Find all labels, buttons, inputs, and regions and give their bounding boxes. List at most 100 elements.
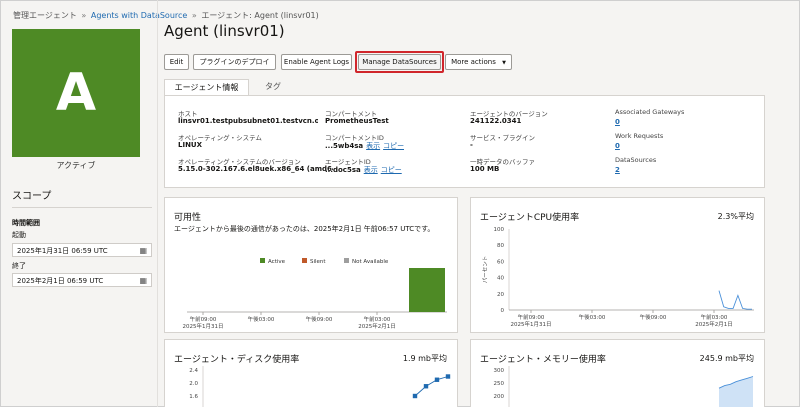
more-actions-label: More actions [451,58,496,66]
deploy-plugin-button[interactable]: プラグインのデプロイ [193,54,276,70]
end-label: 終了 [12,262,26,270]
work-requests-value[interactable]: 0 [615,142,620,150]
y-tick-label: 0 [501,308,505,314]
y-tick-label: 20 [497,292,504,298]
x-tick-label: 午後03:00 [579,313,606,321]
agent-version-value: 241122.0341 [470,117,522,125]
copy-link[interactable]: コピー [383,142,404,150]
os-version-value: 5.15.0-302.167.6.el8uek.x86_64 (amd64) [178,165,333,173]
breadcrumb-separator: » [81,11,87,20]
disk-data-point [434,377,440,382]
x-tick-label: 午後09:00 [640,313,667,321]
time-range-label: 時間範囲 [12,219,40,227]
memory-chart: 300 250 200 [494,366,754,407]
host-value: linsvr01.testpubsubnet01.testvcn.oraclev… [178,117,318,125]
legend-label: Not Available [352,259,389,265]
x-tick-label: 午前09:00 [190,315,217,323]
y-tick-label: 2.4 [189,368,198,374]
breadcrumb-root[interactable]: 管理エージェント [13,11,77,20]
agent-info-panel: ホスト linsvr01.testpubsubnet01.testvcn.ora… [164,95,765,188]
work-requests-label: Work Requests [615,132,664,140]
breadcrumb-parent[interactable]: Agents with DataSource [91,11,187,20]
y-tick-label: 200 [494,394,505,400]
gateways-label: Associated Gateways [615,108,685,116]
service-plugin-label: サービス・プラグイン [470,134,535,142]
legend-swatch [260,258,265,263]
show-link[interactable]: 表示 [364,166,378,174]
memory-card: エージェント・メモリー使用率 245.9 mb平均 300 250 200 [470,339,765,407]
y-tick-label: 2.0 [189,381,198,387]
legend-swatch [344,258,349,263]
x-tick-date-label: 2025年1月31日 [511,320,552,328]
x-tick-date-label: 2025年1月31日 [183,322,224,330]
disk-card: エージェント・ディスク使用率 1.9 mb平均 2.4 2.0 1.6 [164,339,458,407]
breadcrumb-current: エージェント: Agent (linsvr01) [201,11,319,20]
compartment-id-text: ...5wb4sa [325,142,364,150]
agent-status: アクティブ [56,161,96,170]
disk-data-point [423,384,429,389]
y-tick-label: 60 [497,259,504,265]
end-date-input[interactable]: 2025年2月1日 06:59 UTC ▦ [12,273,152,287]
start-date-value: 2025年1月31日 06:59 UTC [17,247,108,255]
work-requests-count[interactable]: 0 [615,142,620,150]
y-axis-label: パーセント [482,256,489,284]
availability-chart: Active Silent Not Available 午前09:002025年1月3… [183,258,447,330]
x-tick-label: 午前09:00 [518,313,545,321]
x-tick-date-label: 2025年2月1日 [695,320,733,328]
legend-swatch [302,258,307,263]
cpu-chart: 100 80 60 40 20 0 パーセント午前09:002025年1月31日 午後03:0… [482,227,754,328]
disk-data-point [445,374,451,379]
agent-id-value: ...doc5sa 表示 コピー [325,165,402,175]
y-tick-label: 250 [494,381,505,387]
y-tick-label: 100 [494,227,505,233]
disk-chart: 2.4 2.0 1.6 [189,366,451,407]
breadcrumb: 管理エージェント » Agents with DataSource » エージェ… [13,10,319,21]
buffer-value: 100 MB [470,165,500,173]
legend-label: Silent [310,259,326,265]
y-tick-label: 80 [497,243,504,249]
os-value: LINUX [178,141,203,149]
agent-id-text: ...doc5sa [325,166,361,174]
y-tick-label: 40 [497,276,504,282]
compartment-id-value: ...5wb4sa 表示 コピー [325,141,404,151]
calendar-icon[interactable]: ▦ [139,276,147,285]
datasources-value[interactable]: 2 [615,166,620,174]
x-tick-label: 午前03:00 [364,315,391,323]
datasources-label: DataSources [615,156,657,164]
agent-avatar: A [12,29,140,157]
disk-series-line [414,376,449,397]
start-date-input[interactable]: 2025年1月31日 06:59 UTC ▦ [12,243,152,257]
more-actions-button[interactable]: More actions ▼ [445,54,512,70]
disk-data-point [412,393,418,399]
start-label: 起動 [12,231,26,239]
legend-label: Active [268,259,286,265]
x-tick-date-label: 2025年2月1日 [358,322,396,330]
y-tick-label: 1.6 [189,394,198,400]
memory-series-area [719,376,753,407]
show-link[interactable]: 表示 [366,142,380,150]
highlight-box [355,51,444,73]
breadcrumb-separator: » [191,11,197,20]
chevron-down-icon: ▼ [502,60,506,66]
tab-agent-info[interactable]: エージェント情報 [164,79,249,96]
availability-bar [409,268,445,312]
cpu-card: エージェントCPU使用率 2.3%平均 100 80 60 40 20 0 パーセント 午前0… [470,197,765,333]
copy-link[interactable]: コピー [381,166,402,174]
datasources-count[interactable]: 2 [615,166,620,174]
scope-divider [12,207,152,208]
x-tick-label: 午前03:00 [701,313,728,321]
end-date-value: 2025年2月1日 06:59 UTC [17,277,104,285]
x-tick-label: 午後03:00 [248,315,275,323]
compartment-value: PrometheusTest [325,117,389,125]
gateways-count[interactable]: 0 [615,118,620,126]
calendar-icon[interactable]: ▦ [139,246,147,255]
cpu-series-line [718,290,752,310]
y-tick-label: 300 [494,368,505,374]
tab-tags[interactable]: タグ [257,79,289,96]
edit-button[interactable]: Edit [164,54,189,70]
enable-agent-logs-button[interactable]: Enable Agent Logs [281,54,352,70]
page-title: Agent (linsvr01) [164,22,285,40]
x-tick-label: 午後09:00 [306,315,333,323]
gateways-value[interactable]: 0 [615,118,620,126]
column-divider [157,0,158,407]
